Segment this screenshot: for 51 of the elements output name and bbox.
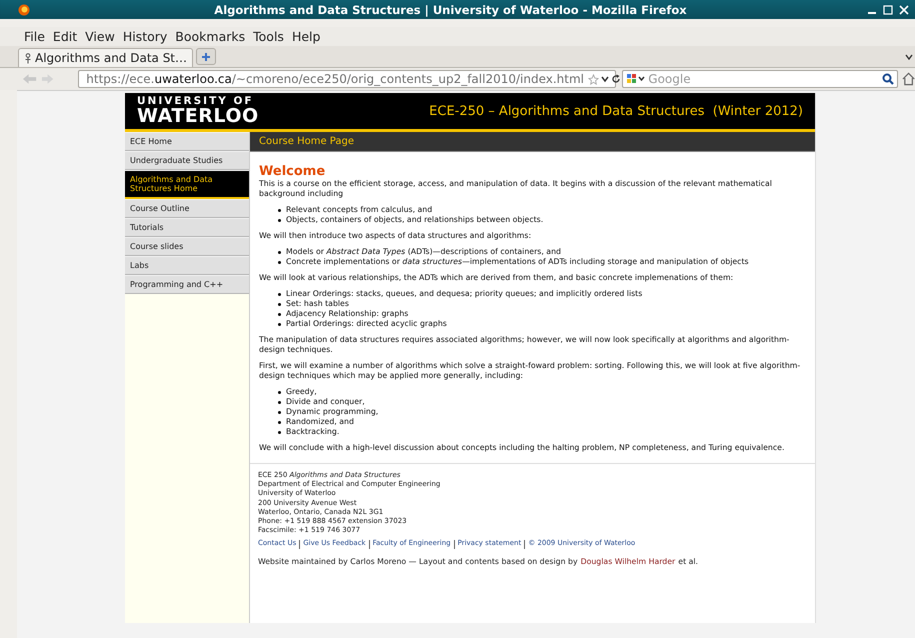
menu-item[interactable]: Tools — [249, 29, 288, 44]
star-icon[interactable] — [588, 74, 600, 84]
bullet-icon — [278, 302, 281, 306]
course-title: ECE-250 – Algorithms and Data Structures (Winter 2012) — [429, 104, 803, 118]
bullet-icon — [278, 430, 281, 434]
sidebar-link[interactable]: Tutorials — [125, 218, 249, 237]
sidebar-link[interactable]: ECE Home — [125, 132, 249, 151]
close-icon[interactable] — [899, 4, 909, 14]
logo-text: UNIVERSITY OF — [137, 96, 255, 107]
bullet-icon — [278, 250, 281, 254]
reload-icon[interactable] — [611, 74, 622, 84]
search-field[interactable]: Google — [648, 72, 880, 86]
menu-item[interactable]: Help — [288, 29, 324, 44]
search-engine-icon[interactable] — [626, 73, 646, 85]
dropdown-caret-icon[interactable] — [601, 75, 610, 83]
menu-item[interactable]: File — [20, 29, 49, 44]
menu-item[interactable]: Bookmarks — [171, 29, 250, 44]
bullet-icon — [278, 390, 281, 394]
tab-list-caret-icon[interactable] — [905, 54, 913, 60]
logo-text: WATERLOO — [137, 106, 259, 126]
menu-item[interactable]: Edit — [48, 29, 82, 44]
browser-logo-icon — [18, 4, 30, 16]
sidebar-link[interactable]: Course Outline — [125, 199, 249, 218]
bullet-icon — [278, 400, 281, 404]
bullet-icon — [278, 208, 281, 212]
sidebar-link[interactable]: Programming and C++ — [125, 275, 249, 294]
sidebar-link[interactable]: Labs — [125, 256, 249, 275]
bullet-icon — [278, 410, 281, 414]
plus-icon — [201, 52, 212, 62]
new-tab-button[interactable] — [196, 48, 216, 65]
bullet-icon — [278, 420, 281, 424]
menu-item[interactable]: History — [118, 29, 172, 44]
section-heading: Welcome — [259, 167, 326, 177]
sidebar-link[interactable]: Course slides — [125, 237, 249, 256]
site-identity-icon — [24, 52, 32, 64]
url-text: https://ece.uwaterloo.ca/~cmoreno/ece250/orig_contents_up2_fall2010/index.html — [86, 72, 584, 86]
sidebar-link[interactable]: Undergraduate Studies — [125, 151, 249, 170]
home-icon[interactable] — [902, 72, 915, 86]
bullet-icon — [278, 218, 281, 222]
bullet-icon — [278, 260, 281, 264]
window-title: Algorithms and Data Structures | University of Waterloo - Mozilla Firefox — [213, 2, 688, 16]
menu-item[interactable]: View — [81, 29, 119, 44]
maximize-icon[interactable] — [883, 4, 893, 14]
bullet-icon — [278, 292, 281, 296]
search-bar[interactable]: Google — [622, 70, 898, 88]
search-icon[interactable] — [882, 73, 894, 85]
browser-tab[interactable]: Algorithms and Data St… — [18, 48, 194, 67]
bullet-icon — [278, 312, 281, 316]
page-heading: Course Home Page — [250, 132, 815, 152]
sidebar-link[interactable]: Algorithms and Data Structures Home — [125, 170, 249, 199]
bullet-icon — [278, 322, 281, 326]
